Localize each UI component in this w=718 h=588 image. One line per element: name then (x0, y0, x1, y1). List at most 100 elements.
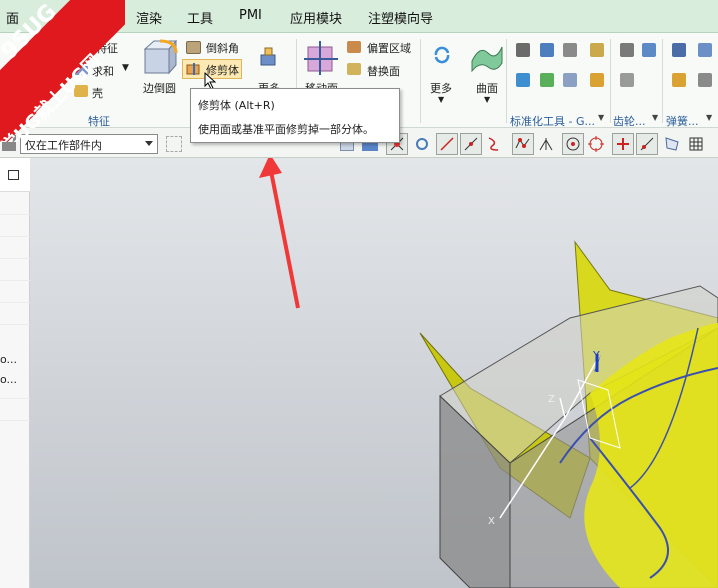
gear-icon[interactable] (620, 43, 634, 57)
replace-face-icon (347, 63, 361, 75)
unite-button-label[interactable]: 求和 (92, 63, 114, 79)
menu-item-pmi[interactable]: PMI (239, 8, 262, 23)
unite-dropdown-icon[interactable]: ▼ (122, 63, 129, 73)
feature-button-label[interactable]: 特征 (96, 40, 118, 56)
panel-divider (0, 324, 30, 325)
annotation-arrow (268, 165, 300, 309)
panel-divider (0, 236, 30, 237)
panel-divider (0, 398, 30, 399)
quadrant-icon[interactable] (588, 136, 604, 152)
menu-item-render[interactable]: 渲染 (136, 8, 162, 27)
gear-group-label: 齿轮... (613, 115, 646, 128)
selection-scope-select[interactable]: 仅在工作部件内 (20, 134, 158, 154)
ribbon-separator (662, 39, 663, 123)
panel-divider (0, 258, 30, 259)
curve-icon[interactable] (486, 136, 502, 152)
std-tool-icon[interactable] (590, 73, 604, 87)
endpoint-icon (440, 137, 454, 151)
spring-group-label: 弹簧... (666, 115, 699, 128)
shell-button-label[interactable]: 壳 (92, 85, 103, 101)
spring-icon[interactable] (672, 43, 686, 57)
menu-item-applications[interactable]: 应用模块 (290, 8, 342, 27)
selection-scope-value: 仅在工作部件内 (25, 139, 102, 152)
panel-header (0, 158, 30, 192)
more-features-icon (260, 47, 276, 66)
tooltip-title: 修剪体 (Alt+R) (198, 99, 275, 112)
more-dropdown-icon[interactable]: ▼ (438, 95, 444, 104)
std-tool-icon[interactable] (540, 43, 554, 57)
chamfer-icon (186, 41, 201, 54)
maximize-icon[interactable] (8, 170, 19, 180)
control-point-button[interactable] (512, 133, 534, 155)
ribbon-separator (506, 39, 507, 123)
spring-icon[interactable] (698, 43, 712, 57)
feature-group-label: 特征 (88, 115, 110, 128)
arc-center-button[interactable] (562, 133, 584, 155)
toolbar-handle-icon (2, 135, 16, 151)
panel-divider (0, 420, 30, 421)
unite-icon (74, 63, 88, 75)
offset-region-label[interactable]: 偏置区域 (367, 40, 411, 56)
gear-icon[interactable] (642, 43, 656, 57)
model-scene: Y Z X (259, 158, 718, 588)
replace-face-label[interactable]: 替换面 (367, 63, 400, 79)
move-face-icon[interactable] (304, 39, 340, 77)
std-tool-icon[interactable] (540, 73, 554, 87)
trim-body-tooltip: 修剪体 (Alt+R) 使用面或基准平面修剪掉一部分体。 (190, 88, 400, 143)
edge-blend-icon[interactable] (142, 39, 178, 77)
std-tool-icon[interactable] (563, 43, 577, 57)
menu-item-tools[interactable]: 工具 (187, 8, 213, 27)
spring-icon[interactable] (698, 73, 712, 87)
annotation-arrowhead (259, 158, 282, 178)
tooltip-description: 使用面或基准平面修剪掉一部分体。 (198, 123, 374, 136)
offset-region-icon (347, 41, 361, 53)
plus-icon (617, 138, 629, 150)
intersection-icon[interactable] (538, 136, 554, 152)
surface-icon[interactable] (470, 39, 504, 73)
spring-dropdown-icon[interactable]: ▼ (706, 113, 712, 122)
std-tools-dropdown-icon[interactable]: ▼ (598, 113, 604, 122)
filter-icon[interactable] (166, 136, 182, 152)
std-tool-icon[interactable] (590, 43, 604, 57)
shell-icon (74, 85, 88, 97)
panel-divider (0, 214, 30, 215)
point-on-curve-icon (640, 137, 654, 151)
chevron-down-icon[interactable] (145, 141, 153, 146)
spring-icon[interactable] (672, 73, 686, 87)
surface-dropdown-icon[interactable]: ▼ (484, 95, 490, 104)
navigator-row[interactable]: o... (0, 373, 17, 386)
arc-center-icon (566, 137, 580, 151)
menu-item-mold-wizard[interactable]: 注塑模向导 (368, 8, 433, 27)
snap-settings-icon[interactable] (414, 136, 430, 152)
panel-divider (0, 302, 30, 303)
grid-icon[interactable] (688, 136, 704, 152)
menu-item-file[interactable]: 面 (6, 8, 19, 27)
chamfer-button-label[interactable]: 倒斜角 (206, 40, 239, 56)
trim-body-icon (186, 63, 200, 75)
more-button-label[interactable]: 更多 (430, 80, 452, 96)
ribbon-separator (610, 39, 611, 123)
gear-dropdown-icon[interactable]: ▼ (652, 113, 658, 122)
midpoint-button[interactable] (460, 133, 482, 155)
refresh-icon (434, 46, 450, 64)
std-tool-icon[interactable] (516, 43, 530, 57)
ribbon-separator (420, 39, 421, 123)
point-on-curve-button[interactable] (636, 133, 658, 155)
std-tool-icon[interactable] (563, 73, 577, 87)
control-point-icon (515, 138, 530, 149)
bounded-grid-icon[interactable] (664, 136, 680, 152)
menu-bar: 面 渲染 工具 PMI 应用模块 注塑模向导 (0, 0, 718, 33)
std-tool-icon[interactable] (516, 73, 530, 87)
endpoint-button[interactable] (436, 133, 458, 155)
edge-blend-label[interactable]: 边倒圆 (143, 80, 176, 96)
surface-label[interactable]: 曲面 (476, 80, 498, 96)
existing-point-button[interactable] (612, 133, 634, 155)
axis-y-label: Y (592, 349, 600, 362)
midpoint-icon (464, 137, 478, 151)
graphics-viewport[interactable]: Y Z X (30, 158, 718, 588)
axis-x-label: X (488, 516, 495, 527)
gear-icon[interactable] (620, 73, 634, 87)
part-navigator-panel: o... o... (0, 158, 30, 588)
axis-z-label: Z (548, 394, 555, 405)
navigator-row[interactable]: o... (0, 353, 17, 366)
